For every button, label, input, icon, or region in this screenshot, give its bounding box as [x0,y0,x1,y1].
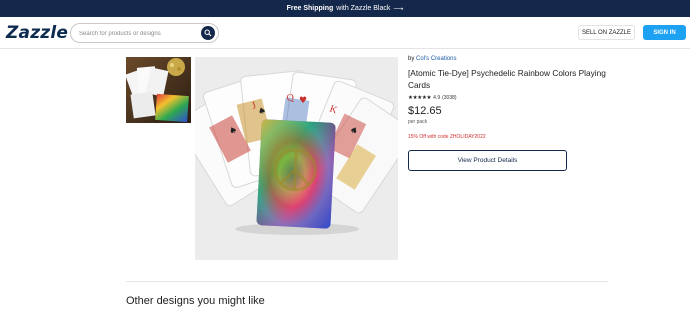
promo-banner[interactable]: Free Shipping with Zazzle Black ⟶ [0,0,690,17]
search-button[interactable] [201,26,215,40]
price-unit: per pack [408,119,428,125]
arrow-right-icon: ⟶ [393,5,404,13]
sign-in-button[interactable]: SIGN IN [643,25,686,40]
promo-bold-text: Free Shipping [286,5,334,12]
creator-line: by Col's Creations [408,56,610,62]
section-divider [126,281,608,282]
thumbnail-image [126,57,191,123]
by-prefix: by [408,56,415,62]
product-title: [Atomic Tie-Dye] Psychedelic Rainbow Col… [408,68,606,90]
zazzle-logo[interactable]: Zazzle [6,23,68,43]
product-price: $12.65 [408,105,442,117]
search-icon [204,29,212,37]
product-thumbnail[interactable] [126,57,191,123]
other-designs-heading: Other designs you might like [126,295,265,307]
view-product-details-button[interactable]: View Product Details [408,150,567,171]
product-info: by Col's Creations [Atomic Tie-Dye] Psyc… [408,56,610,140]
review-count: (3038) [442,95,457,101]
creator-link[interactable]: Col's Creations [416,56,457,62]
rating-value: 4.9 [433,95,441,101]
sell-on-zazzle-button[interactable]: SELL ON ZAZZLE [578,25,635,40]
playing-cards-image: J ♠ Q ♥ ♠ K ♠ [195,57,398,260]
promo-code-text: 15% Off with code ZHOLIDAY2022 [408,134,486,140]
star-rating-icon: ★★★★★ [408,95,432,101]
promo-text: with Zazzle Black [336,5,391,12]
product-main-image[interactable]: J ♠ Q ♥ ♠ K ♠ [195,57,398,260]
svg-text:♥: ♥ [299,96,307,106]
search-input[interactable] [79,27,197,40]
search-bar [70,23,219,43]
rating[interactable]: ★★★★★ 4.9 (3038) [408,95,610,101]
